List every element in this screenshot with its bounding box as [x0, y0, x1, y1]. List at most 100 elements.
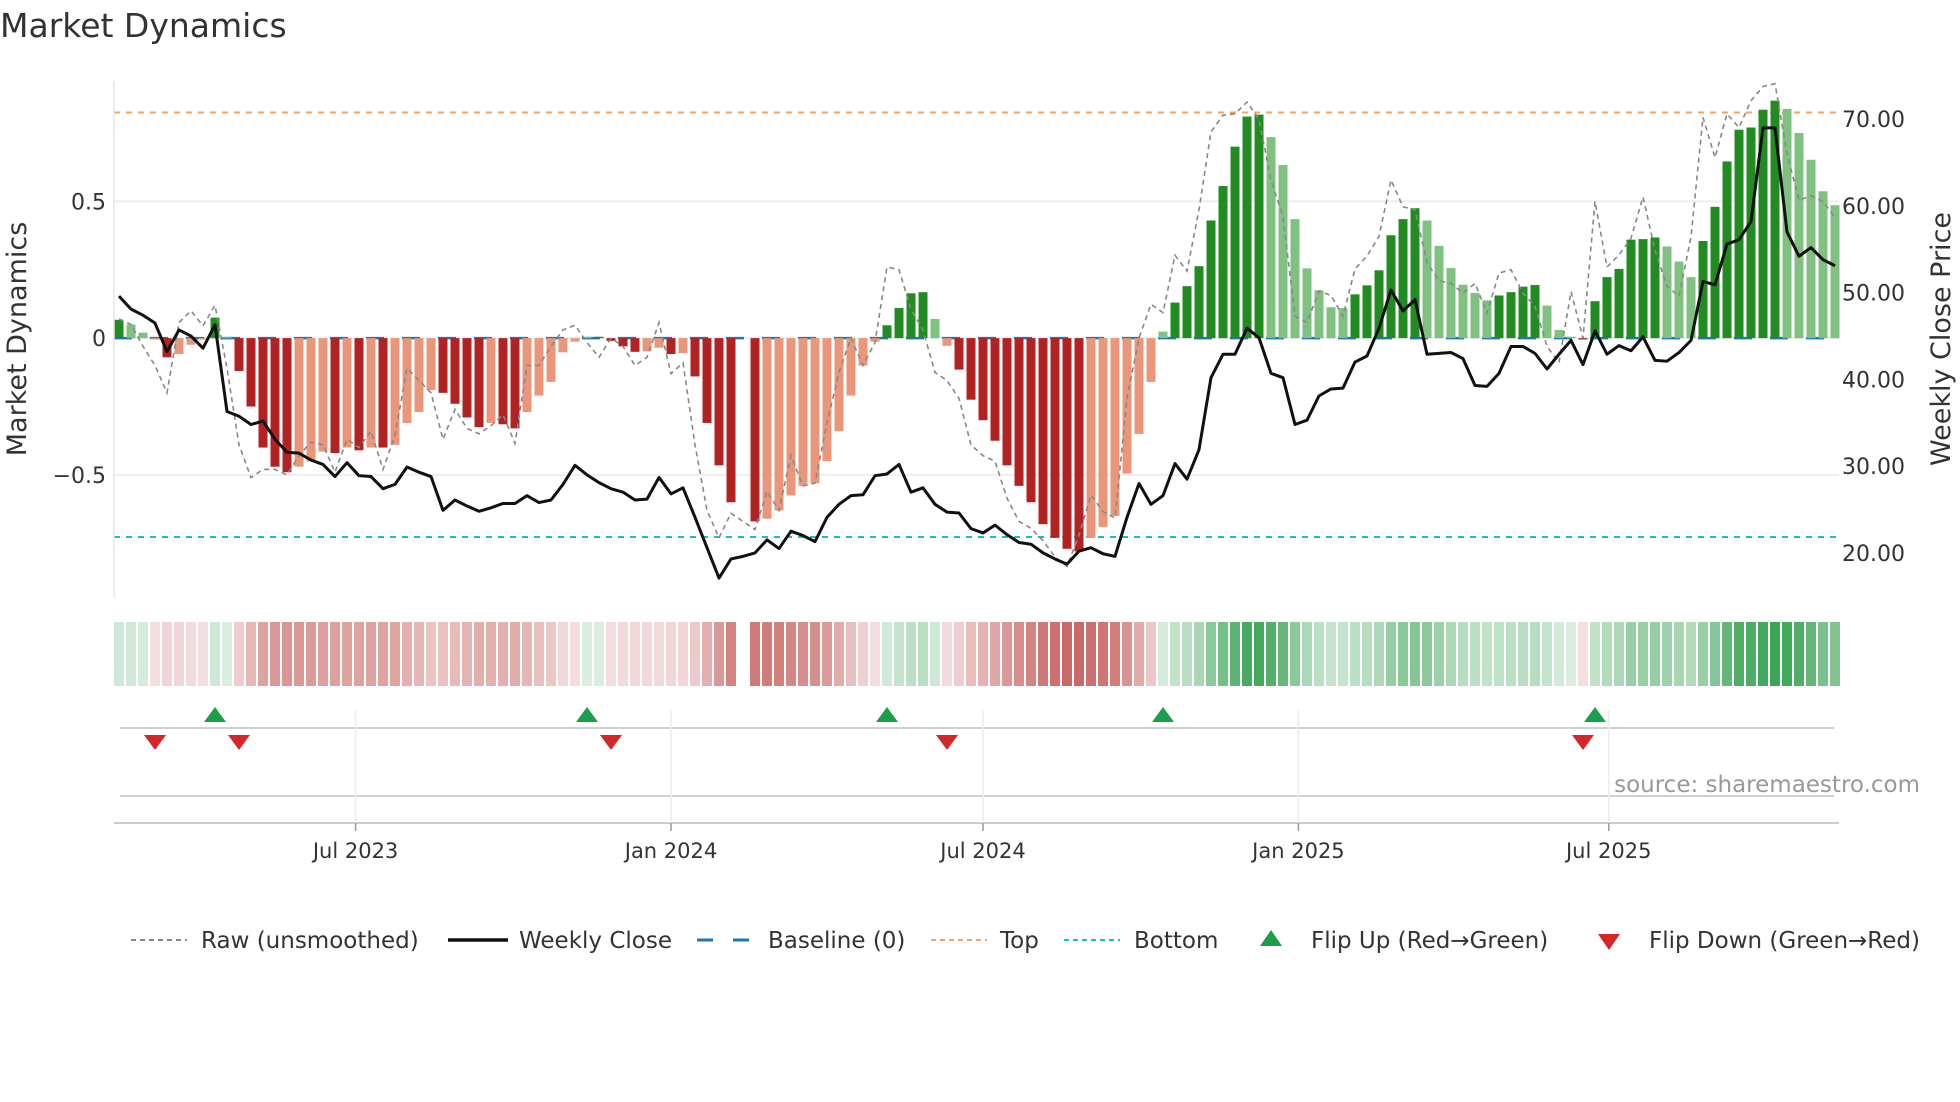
bar [222, 336, 232, 339]
flip-down-marker [936, 735, 958, 750]
heat-cell [1350, 622, 1360, 686]
heat-cell [510, 622, 520, 686]
heat-cell [1206, 622, 1216, 686]
heat-cell [954, 622, 964, 686]
heat-cell [1734, 622, 1744, 686]
y-axis-title: Market Dynamics [2, 222, 33, 457]
bar [462, 338, 472, 418]
bar [414, 338, 424, 412]
heat-cell [474, 622, 484, 686]
heat-cell [1686, 622, 1696, 686]
heat-cell [1122, 622, 1132, 686]
heat-cell [1674, 622, 1684, 686]
heat-cell [1266, 622, 1276, 686]
heat-cell [570, 622, 580, 686]
heat-cell [1530, 622, 1540, 686]
heat-cell [222, 622, 232, 686]
heat-cell [342, 622, 352, 686]
heat-cell [618, 622, 628, 686]
legend: Raw (unsmoothed) Weekly Close Baseline (0)… [131, 928, 1920, 954]
flip-down-marker [1572, 735, 1594, 750]
heat-cell [1338, 622, 1348, 686]
legend-label: Flip Down (Green→Red) [1649, 928, 1920, 954]
bar [546, 338, 556, 382]
heat-cell [354, 622, 364, 686]
heat-cell [1422, 622, 1432, 686]
heat-cell [330, 622, 340, 686]
bar [882, 325, 892, 339]
bar [1242, 116, 1252, 339]
bar [1002, 338, 1012, 466]
heat-cell [1554, 622, 1564, 686]
bar [1446, 268, 1456, 339]
heat-cell [258, 622, 268, 686]
bar [810, 338, 820, 484]
heat-cell [1410, 622, 1420, 686]
bar [1662, 246, 1672, 339]
heat-cell [1758, 622, 1768, 686]
flip-up-marker [876, 707, 898, 722]
heat-cell [1446, 622, 1456, 686]
heat-cell [654, 622, 664, 686]
y2-tick-label: 40.00 [1842, 368, 1905, 393]
heat-cell [930, 622, 940, 686]
bar [714, 338, 724, 466]
heat-cell [1794, 622, 1804, 686]
bar [894, 308, 904, 339]
bar [270, 338, 280, 467]
reference-lines [114, 111, 1839, 538]
heat-cell [426, 622, 436, 686]
heat-cell [174, 622, 184, 686]
bar [1830, 205, 1840, 339]
flip-up-marker [1584, 707, 1606, 722]
bar [858, 338, 868, 366]
legend-flip-up-icon [1260, 930, 1282, 946]
heat-cell [978, 622, 988, 686]
heat-cell [1434, 622, 1444, 686]
heat-cell [402, 622, 412, 686]
y2-tick-label: 70.00 [1842, 108, 1905, 133]
heat-cell [1062, 622, 1072, 686]
x-axis: Jul 2023 Jan 2024 Jul 2024 Jan 2025 Jul 2025 [114, 710, 1839, 863]
bar [1530, 285, 1540, 339]
bar [174, 338, 184, 354]
bar [522, 338, 532, 412]
heat-cell [1578, 622, 1588, 686]
heat-cell [1710, 622, 1720, 686]
heat-cell [378, 622, 388, 686]
heat-cell [294, 622, 304, 686]
bar [1278, 164, 1288, 339]
bar [1458, 284, 1468, 339]
heat-cell [138, 622, 148, 686]
bar [342, 338, 352, 448]
x-tick-label: Jul 2025 [1564, 839, 1651, 863]
market-dynamics-chart: 0.5 0 −0.5 70.00 60.00 50.00 40.00 30.00 20.00 Ma… [2, 81, 1957, 954]
x-tick-label: Jul 2023 [311, 839, 398, 863]
heat-cell [1698, 622, 1708, 686]
heat-cell [630, 622, 640, 686]
flip-up-marker [204, 707, 226, 722]
heat-cell [438, 622, 448, 686]
heat-cell [666, 622, 676, 686]
bar [786, 338, 796, 496]
heat-cell [1170, 622, 1180, 686]
bar [1074, 338, 1084, 552]
bar [1422, 220, 1432, 339]
heat-cell [702, 622, 712, 686]
bar [978, 338, 988, 421]
source-label: source: sharemaestro.com [1614, 772, 1920, 798]
legend-label: Baseline (0) [768, 928, 905, 954]
heat-cell [534, 622, 544, 686]
heat-cell [522, 622, 532, 686]
heat-cell [186, 622, 196, 686]
bar [702, 338, 712, 423]
bar [570, 338, 580, 342]
weekly-close-line [117, 126, 1836, 580]
flip-down-marker [144, 735, 166, 750]
heat-cell [1374, 622, 1384, 686]
heat-cell [1038, 622, 1048, 686]
heat-cell [1398, 622, 1408, 686]
y2-tick-label: 30.00 [1842, 455, 1905, 480]
bar [1218, 186, 1228, 339]
bar [498, 338, 508, 425]
